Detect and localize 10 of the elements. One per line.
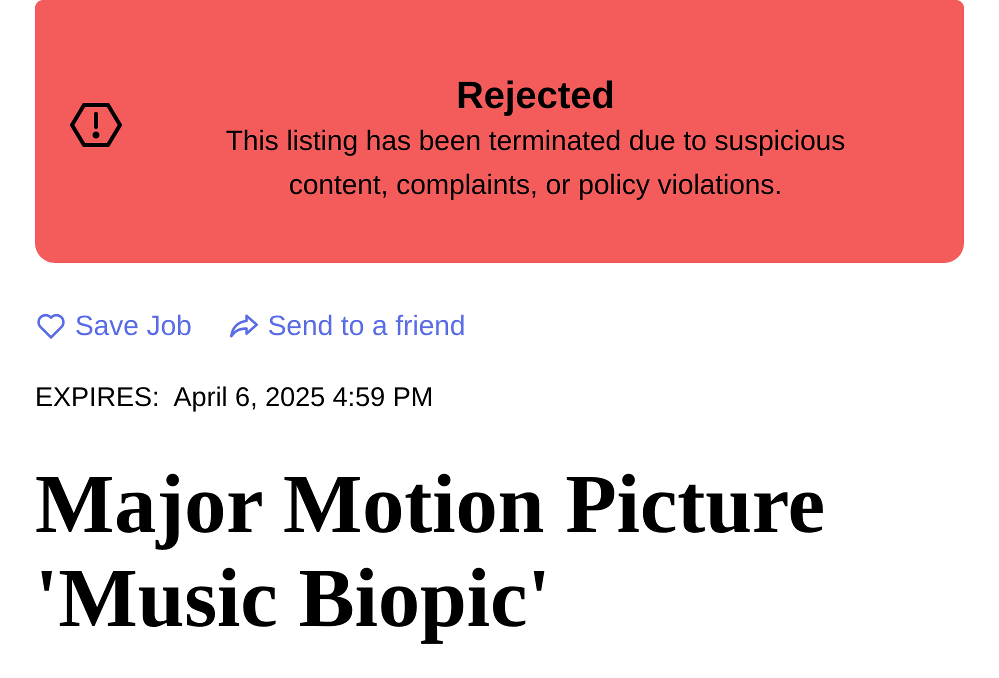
heart-icon	[35, 312, 67, 340]
job-title: Major Motion Picture 'Music Biopic'	[35, 458, 826, 646]
share-arrow-icon	[228, 312, 260, 340]
save-job-link[interactable]: Save Job	[35, 305, 192, 347]
banner-message: This listing has been terminated due to suspicious content, complaints, or policy violations.	[226, 124, 846, 202]
expires-date: April 6, 2025 4:59 PM	[174, 381, 434, 414]
warning-icon	[70, 102, 122, 148]
share-link[interactable]: Send to a friend	[228, 305, 466, 347]
banner-title: Rejected	[456, 74, 615, 118]
expires-label: EXPIRES:	[35, 381, 160, 414]
